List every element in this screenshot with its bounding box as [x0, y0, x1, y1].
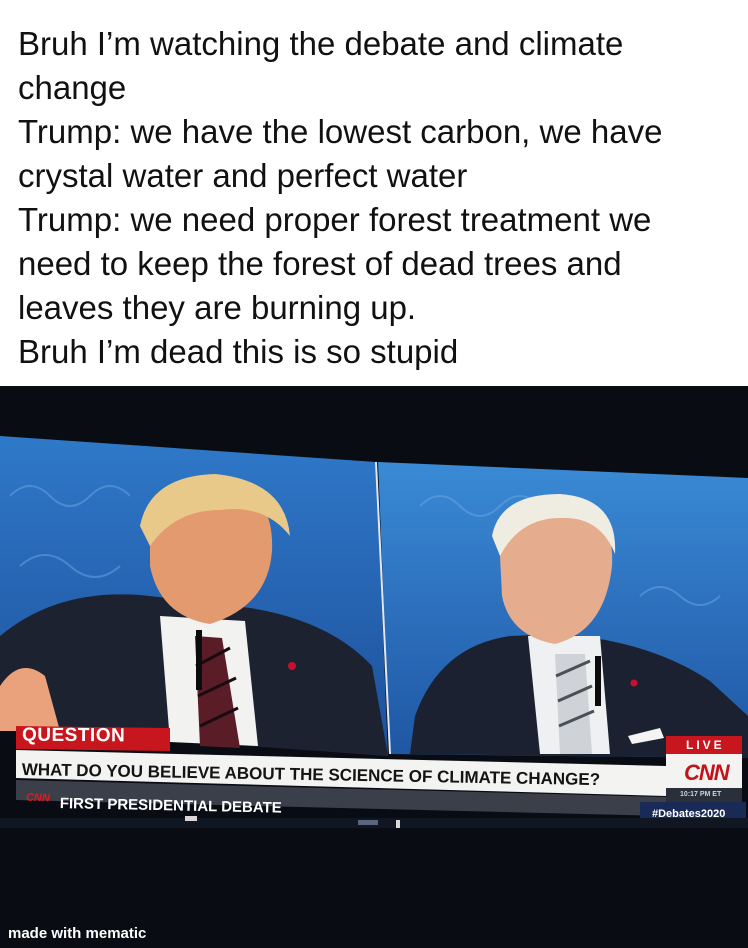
caption-line: Trump: we have the lowest carbon, we hav… — [18, 113, 663, 150]
caption-line: crystal water and perfect water — [18, 157, 468, 194]
caption-line: Bruh I’m dead this is so stupid — [18, 333, 459, 370]
live-badge: LIVE — [686, 738, 725, 752]
caption-line: change — [18, 69, 127, 106]
app-watermark: made with mematic — [8, 925, 147, 942]
caption-line: Bruh I’m watching the debate and climate — [18, 25, 624, 62]
caption-line: leaves they are burning up. — [18, 289, 417, 326]
debate-hashtag: #Debates2020 — [652, 808, 726, 820]
meme-caption: Bruh I’m watching the debate and climate… — [18, 22, 738, 374]
caption-line: need to keep the forest of dead trees an… — [18, 245, 622, 282]
question-label: QUESTION — [21, 724, 126, 747]
broadcast-time: 10:17 PM ET — [680, 791, 722, 798]
tv-screen-photo: QUESTION WHAT DO YOU BELIEVE ABOUT THE S… — [0, 386, 748, 948]
network-logo-small: CNN — [25, 791, 50, 805]
network-logo: CNN — [684, 760, 730, 785]
tv-broadcast-illustration — [0, 386, 748, 948]
caption-line: Trump: we need proper forest treatment w… — [18, 201, 652, 238]
